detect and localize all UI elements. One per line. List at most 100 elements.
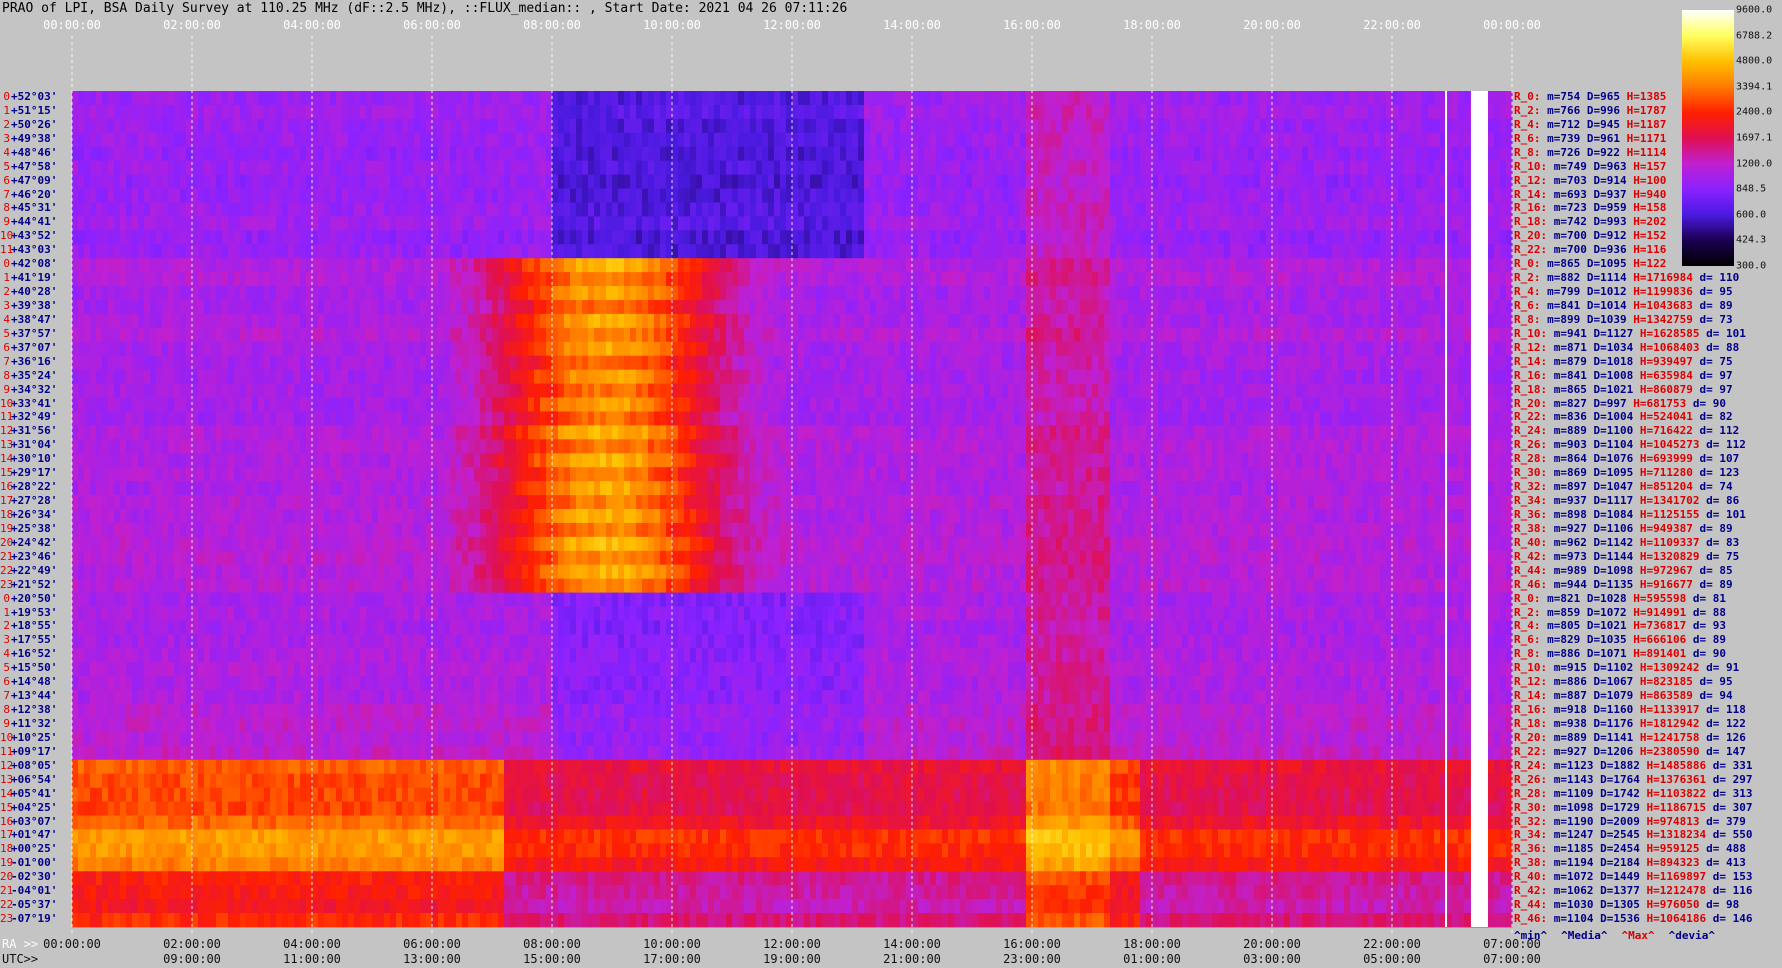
- stat-h: H=1114: [1626, 145, 1667, 159]
- row-index: 21: [0, 549, 14, 563]
- declination-label: 5+47°58': [0, 160, 57, 174]
- declination-label: 10+33°41': [0, 397, 57, 411]
- stat-r: R_6:: [1514, 299, 1548, 312]
- stat-h: H=949387: [1639, 521, 1700, 535]
- row-index: 2: [3, 285, 10, 299]
- declination-value: +29°17': [11, 466, 58, 480]
- stat-d: d= 74: [1699, 480, 1733, 494]
- row-index: 23: [0, 577, 14, 591]
- stat-r: R_34:: [1514, 828, 1554, 842]
- stat-m: m=944: [1553, 577, 1594, 591]
- declination-label: 12+31°56': [0, 424, 57, 438]
- stat-m: m=938: [1553, 717, 1594, 730]
- stat-d: D=1135: [1593, 577, 1640, 591]
- stat-h: H=716422: [1639, 424, 1700, 438]
- stat-r: R_4:: [1514, 619, 1548, 633]
- stat-d: d= 88: [1692, 605, 1726, 619]
- stat-d: D=922: [1586, 145, 1627, 159]
- stat-h: H=959125: [1646, 842, 1707, 856]
- stat-m: m=703: [1553, 173, 1594, 187]
- stat-row: R_46: m=1104 D=1536 H=1064186 d= 146: [1514, 912, 1752, 926]
- stat-r: R_46:: [1514, 912, 1554, 926]
- declination-value: +50°26': [11, 117, 58, 131]
- stat-d: d= 75: [1706, 549, 1740, 563]
- stat-r: R_30:: [1514, 466, 1554, 480]
- stat-legend-item: ^Max^: [1621, 929, 1655, 942]
- declination-label: 1+19°53': [0, 606, 57, 620]
- stat-row: R_16: m=918 D=1160 H=1133917 d= 118: [1514, 703, 1746, 717]
- stat-row: R_38: m=927 D=1106 H=949387 d= 89: [1514, 522, 1733, 536]
- time-tick: 18:00:00: [1123, 937, 1181, 951]
- stat-h: H=736817: [1633, 619, 1693, 633]
- stat-d: D=1034: [1593, 340, 1640, 354]
- declination-value: +45°31': [11, 201, 58, 215]
- heatmap-row: [72, 495, 1513, 510]
- stat-m: m=871: [1553, 340, 1594, 354]
- row-index: 3: [3, 633, 10, 647]
- time-tick: 03:00:00: [1243, 952, 1301, 966]
- stat-d: D=1095: [1586, 257, 1634, 271]
- row-index: 12: [0, 758, 14, 772]
- stat-row: R_16: m=723 D=959 H=158: [1514, 201, 1666, 215]
- stat-h: H=1125155: [1639, 508, 1707, 521]
- stat-m: m=1098: [1553, 800, 1601, 814]
- stat-row: R_14: m=887 D=1079 H=863589 d= 94: [1514, 689, 1733, 703]
- stat-legend-item: ^devia^: [1668, 929, 1715, 942]
- stat-d: d= 88: [1706, 340, 1740, 354]
- stat-d: d= 307: [1712, 800, 1753, 814]
- heatmap-row: [72, 411, 1513, 426]
- stat-m: m=1190: [1553, 814, 1601, 828]
- declination-value: +05°41': [11, 786, 58, 800]
- stat-d: d= 488: [1706, 842, 1746, 856]
- data-gap: [1445, 91, 1448, 927]
- stat-m: m=1185: [1553, 842, 1601, 856]
- declination-value: -05°37': [11, 898, 58, 912]
- stat-d: d= 73: [1699, 312, 1733, 326]
- declination-label: 20-02°30': [0, 870, 57, 884]
- stat-r: R_34:: [1514, 494, 1554, 508]
- colorbar-tick: 1697.1: [1736, 132, 1773, 144]
- row-index: 19: [0, 856, 14, 870]
- colorbar-tick: 848.5: [1736, 183, 1767, 195]
- declination-value: -07°19': [11, 912, 58, 926]
- colorbar-tick: 9600.0: [1736, 4, 1773, 16]
- stat-d: d= 81: [1692, 591, 1726, 605]
- stat-r: R_20:: [1514, 730, 1554, 744]
- declination-label: 8+35°24': [0, 369, 57, 383]
- stat-d: D=937: [1593, 187, 1634, 201]
- stat-r: R_16:: [1514, 703, 1554, 717]
- stat-d: d= 97: [1699, 382, 1733, 396]
- colorbar-tick: 4800.0: [1736, 55, 1773, 67]
- declination-label: 22+22°49': [0, 564, 57, 578]
- stat-d: D=959: [1593, 201, 1634, 215]
- stat-r: R_20:: [1514, 229, 1554, 243]
- statistics-legend: ^min^ ^Media^ ^Max^ ^devia^: [1514, 929, 1729, 942]
- stat-h: H=1812942: [1639, 717, 1707, 730]
- declination-label: 15+04°25': [0, 801, 57, 815]
- declination-label: 10+10°25': [0, 731, 57, 745]
- stat-m: m=889: [1553, 730, 1594, 744]
- declination-value: +04°25': [11, 800, 58, 814]
- stat-h: H=1186715: [1646, 800, 1713, 814]
- declination-label: 2+50°26': [0, 118, 57, 132]
- stat-m: m=918: [1553, 703, 1594, 717]
- stat-m: m=869: [1553, 466, 1594, 480]
- stat-h: H=1064186: [1646, 912, 1713, 926]
- declination-label: 4+16°52': [0, 647, 57, 661]
- stat-d: D=1035: [1586, 633, 1634, 647]
- row-index: 23: [0, 912, 14, 926]
- stat-r: R_10:: [1514, 326, 1554, 340]
- stat-h: H=1045273: [1639, 438, 1707, 452]
- declination-label: 0+20°50': [0, 592, 57, 606]
- stat-d: d= 91: [1706, 661, 1740, 675]
- stat-r: R_8:: [1514, 312, 1548, 326]
- stat-d: d= 82: [1699, 410, 1733, 424]
- declination-value: -01°00': [11, 856, 58, 870]
- declination-label: 19+25°38': [0, 522, 57, 536]
- stat-row: R_42: m=973 D=1144 H=1320829 d= 75: [1514, 550, 1739, 564]
- declination-label: 11+43°03': [0, 243, 57, 257]
- stat-d: d= 95: [1699, 285, 1733, 299]
- stat-d: D=1142: [1593, 535, 1640, 549]
- declination-value: +26°34': [11, 508, 58, 521]
- stat-m: m=886: [1553, 675, 1594, 689]
